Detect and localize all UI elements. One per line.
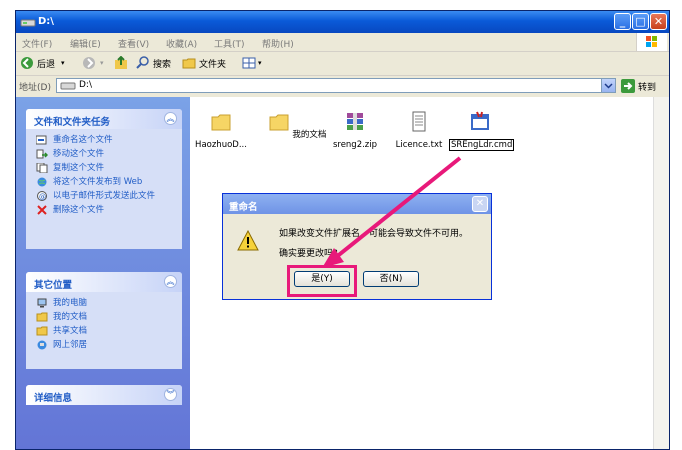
menu-help[interactable]: 帮助(H) (262, 37, 294, 50)
copy-icon (36, 163, 48, 173)
place-my-documents[interactable]: 我的文档 (36, 312, 176, 322)
search-icon (136, 56, 149, 69)
delete-x-icon (37, 205, 47, 215)
rename-icon (36, 135, 47, 145)
file-item-selected[interactable]: SREngLdr.cmd (449, 111, 515, 151)
go-arrow-icon (621, 79, 635, 93)
archive-icon (347, 113, 363, 130)
rename-input[interactable]: SREngLdr.cmd (449, 139, 515, 151)
dialog-close-button[interactable]: ✕ (472, 196, 488, 212)
go-button[interactable]: 转到 (621, 78, 667, 94)
drive-icon (20, 19, 36, 27)
menu-favorites[interactable]: 收藏(A) (166, 37, 197, 50)
folder-up-icon (115, 56, 127, 69)
title-bar[interactable]: D:\ _ □ ✕ (16, 11, 669, 33)
file-item[interactable]: 我的文档 (266, 111, 328, 140)
vertical-scrollbar[interactable] (653, 97, 669, 449)
window-title: D:\ (38, 16, 54, 27)
back-button[interactable]: 后退 ▾ (20, 55, 65, 71)
file-item[interactable]: Licence.txt (388, 111, 450, 150)
menu-file[interactable]: 文件(F) (22, 37, 52, 50)
collapse-icon[interactable]: ︽ (164, 112, 177, 125)
search-button[interactable]: 搜索 (136, 55, 171, 71)
place-shared-documents[interactable]: 共享文档 (36, 326, 176, 336)
other-places-header[interactable]: 其它位置 ︽ (26, 272, 182, 292)
back-arrow-icon (21, 57, 33, 69)
globe-icon (37, 177, 47, 187)
address-label: 地址(D) (19, 83, 51, 93)
address-input[interactable]: D:\ (56, 78, 616, 93)
no-button[interactable]: 否(N) (363, 271, 419, 287)
folder-icon (269, 114, 289, 131)
email-icon: @ (37, 191, 47, 201)
back-dropdown-icon[interactable]: ▾ (61, 59, 65, 67)
place-network[interactable]: 网上邻居 (36, 340, 176, 350)
menu-view[interactable]: 查看(V) (118, 37, 149, 50)
task-pane: 文件和文件夹任务 ︽ 重命名这个文件 移动这个文件 复制这个文件 将这个文件发布… (16, 97, 190, 449)
address-dropdown-button[interactable] (601, 79, 615, 92)
dialog-message: 如果改变文件扩展名，可能会导致文件不可用。 (279, 229, 469, 239)
file-tasks-header[interactable]: 文件和文件夹任务 ︽ (26, 109, 182, 129)
cmd-script-icon (471, 111, 489, 130)
task-move[interactable]: 移动这个文件 (36, 149, 176, 159)
documents-folder-icon (36, 312, 48, 322)
expand-icon[interactable]: ︾ (164, 388, 177, 401)
chevron-down-icon (604, 83, 613, 89)
svg-text:@: @ (39, 193, 46, 201)
task-delete[interactable]: 删除这个文件 (36, 205, 176, 215)
menu-edit[interactable]: 编辑(E) (70, 37, 101, 50)
views-dropdown-icon[interactable]: ▾ (258, 59, 262, 67)
details-panel: 详细信息 ︾ (26, 385, 182, 405)
file-tasks-panel: 文件和文件夹任务 ︽ 重命名这个文件 移动这个文件 复制这个文件 将这个文件发布… (26, 109, 182, 249)
forward-button[interactable]: ▾ (82, 55, 104, 71)
network-icon (37, 340, 47, 350)
file-item[interactable]: sreng2.zip (324, 111, 386, 150)
task-publish-web[interactable]: 将这个文件发布到 Web (36, 177, 176, 187)
windows-flag-icon (646, 36, 657, 47)
warning-icon (237, 230, 259, 251)
forward-arrow-icon (83, 57, 95, 69)
dialog-question: 确实要更改吗? (279, 249, 338, 259)
task-rename[interactable]: 重命名这个文件 (36, 135, 176, 145)
other-places-panel: 其它位置 ︽ 我的电脑 我的文档 共享文档 网上邻居 (26, 272, 182, 369)
address-bar: 地址(D) D:\ 转到 (16, 75, 669, 98)
collapse-icon[interactable]: ︽ (164, 275, 177, 288)
text-file-icon (412, 111, 426, 132)
address-value: D:\ (79, 80, 92, 90)
dialog-title: 重命名 (229, 202, 258, 213)
minimize-button[interactable]: _ (614, 13, 631, 30)
file-item[interactable]: HaozhuoD... (190, 111, 252, 150)
views-button[interactable]: ▾ (242, 55, 262, 71)
menu-bar: 文件(F) 编辑(E) 查看(V) 收藏(A) 工具(T) 帮助(H) (16, 33, 669, 52)
folder-icon (182, 58, 196, 69)
windows-logo (636, 33, 667, 51)
menu-tools[interactable]: 工具(T) (214, 37, 245, 50)
views-grid-icon (242, 57, 256, 69)
yes-button-highlight (287, 265, 357, 297)
toolbar: 后退 ▾ ▾ 搜索 文件夹 ▾ (16, 51, 669, 76)
forward-dropdown-icon[interactable]: ▾ (100, 59, 104, 67)
shared-folder-icon (36, 326, 48, 336)
rename-dialog: 重命名 ✕ 如果改变文件扩展名，可能会导致文件不可用。 确实要更改吗? 是(Y)… (222, 193, 492, 300)
place-my-computer[interactable]: 我的电脑 (36, 298, 176, 308)
computer-icon (37, 298, 47, 308)
dialog-title-bar[interactable]: 重命名 ✕ (223, 194, 491, 214)
task-email[interactable]: @ 以电子邮件形式发送此文件 (36, 191, 176, 201)
move-icon (36, 149, 48, 159)
close-button[interactable]: ✕ (650, 13, 667, 30)
details-header[interactable]: 详细信息 ︾ (26, 385, 182, 405)
task-copy[interactable]: 复制这个文件 (36, 163, 176, 173)
drive-icon (60, 82, 76, 90)
up-button[interactable] (114, 55, 128, 71)
maximize-button[interactable]: □ (632, 13, 649, 30)
folders-button[interactable]: 文件夹 (182, 55, 226, 71)
folder-icon (211, 114, 231, 131)
